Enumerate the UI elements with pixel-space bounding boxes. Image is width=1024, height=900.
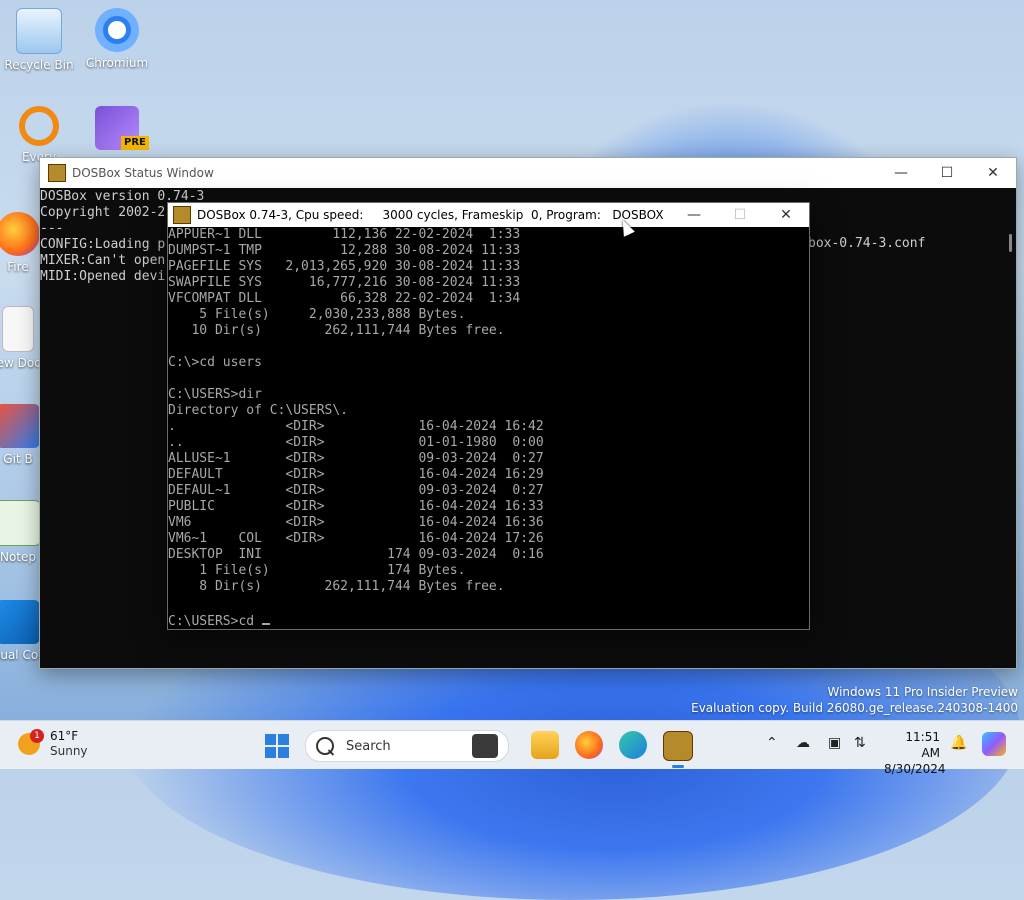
recycle-bin-icon (16, 8, 62, 54)
network-icon[interactable]: ⇅ (854, 735, 866, 751)
command-prompt[interactable]: C:\USERS>cd (168, 611, 809, 629)
console-line: VM6 <DIR> 16-04-2024 16:36 (168, 515, 544, 530)
chromium-icon (95, 8, 139, 52)
dos-console[interactable]: APPUER~1 DLL 112,136 22-02-2024 1:33 DUM… (168, 227, 809, 629)
close-button[interactable]: ✕ (970, 158, 1016, 188)
console-line: DEFAULT <DIR> 16-04-2024 16:29 (168, 467, 544, 482)
watermark-line: Windows 11 Pro Insider Preview (827, 685, 1018, 699)
bell-icon[interactable]: 🔔 (950, 735, 967, 751)
desktop-icon-recycle-bin[interactable]: Recycle Bin (1, 8, 77, 72)
maximize-button[interactable]: ☐ (717, 203, 763, 227)
clock-time: 11:51 AM (905, 730, 940, 760)
monitor-icon[interactable]: ▣ (828, 735, 841, 751)
scrollbar-thumb[interactable] (1009, 234, 1012, 252)
windows-watermark: Windows 11 Pro Insider Preview Evaluatio… (691, 684, 1018, 716)
firefox-icon (0, 212, 40, 256)
text-cursor (261, 611, 270, 625)
close-button[interactable]: ✕ (763, 203, 809, 227)
magnifier-icon (19, 106, 59, 146)
edge-icon[interactable] (619, 731, 647, 759)
sun-icon: 1 (18, 729, 44, 755)
desktop-icon-visual-studio-preview[interactable]: PRE (79, 106, 155, 154)
desktop-icon-chromium[interactable]: Chromium (79, 8, 155, 70)
search-highlight-icon (472, 734, 498, 758)
console-line: VM6~1 COL <DIR> 16-04-2024 17:26 (168, 531, 544, 546)
git-icon (0, 404, 40, 448)
console-line: 1 File(s) 174 Bytes. (168, 563, 466, 578)
console-line: DESKTOP INI 174 09-03-2024 0:16 (168, 547, 544, 562)
console-line: SWAPFILE SYS 16,777,216 30-08-2024 11:33 (168, 275, 521, 290)
dosbox-window[interactable]: DOSBox 0.74-3, Cpu speed: 3000 cycles, F… (167, 202, 810, 630)
console-line: C:\USERS>dir (168, 387, 262, 402)
system-clock[interactable]: 11:51 AM 8/30/2024 (884, 729, 946, 777)
console-line: VFCOMPAT DLL 66,328 22-02-2024 1:34 (168, 291, 521, 306)
taskbar-search[interactable]: Search (305, 730, 509, 762)
console-line: C:\>cd users (168, 355, 262, 370)
dosbox-window-title: DOSBox 0.74-3, Cpu speed: 3000 cycles, F… (197, 208, 664, 222)
desktop-icon-everything[interactable]: Every (1, 106, 77, 164)
console-line: 5 File(s) 2,030,233,888 Bytes. (168, 307, 466, 322)
notepad-icon (0, 500, 41, 546)
watermark-line: Evaluation copy. Build 26080.ge_release.… (691, 701, 1018, 715)
console-line: .. <DIR> 01-01-1980 0:00 (168, 435, 544, 450)
start-button[interactable] (265, 734, 289, 758)
prompt-text: C:\USERS>cd (168, 614, 262, 629)
minimize-button[interactable]: — (878, 158, 924, 188)
file-explorer-icon[interactable] (531, 731, 559, 759)
console-line: DUMPST~1 TMP 12,288 30-08-2024 11:33 (168, 243, 521, 258)
console-line: PAGEFILE SYS 2,013,265,920 30-08-2024 11… (168, 259, 521, 274)
maximize-button[interactable]: ☐ (924, 158, 970, 188)
console-line: ALLUSE~1 <DIR> 09-03-2024 0:27 (168, 451, 544, 466)
console-line: 8 Dir(s) 262,111,744 Bytes free. (168, 579, 505, 594)
firefox-icon[interactable] (575, 731, 603, 759)
dosbox-app-icon (173, 206, 191, 224)
vscode-icon (0, 600, 40, 644)
console-line: Directory of C:\USERS\. (168, 403, 349, 418)
dosbox-titlebar[interactable]: DOSBox 0.74-3, Cpu speed: 3000 cycles, F… (168, 203, 809, 227)
weather-widget[interactable]: 1 61°F Sunny (18, 729, 88, 759)
minimize-button[interactable]: — (671, 203, 717, 227)
onedrive-icon[interactable]: ☁ (796, 735, 810, 751)
console-line: APPUER~1 DLL 112,136 22-02-2024 1:33 (168, 227, 521, 242)
status-window-title: DOSBox Status Window (72, 166, 214, 180)
dosbox-taskbar-icon[interactable] (663, 731, 693, 768)
search-placeholder: Search (346, 738, 391, 754)
windows-logo-icon (265, 734, 276, 745)
document-icon (2, 306, 34, 352)
weather-description: Sunny (50, 744, 88, 758)
status-window-titlebar[interactable]: DOSBox Status Window — ☐ ✕ (40, 158, 1016, 188)
chevron-up-icon[interactable]: ⌃ (766, 735, 778, 751)
console-line: DEFAUL~1 <DIR> 09-03-2024 0:27 (168, 483, 544, 498)
notification-badge: 1 (30, 729, 44, 743)
copilot-icon[interactable] (982, 732, 1006, 756)
console-line: . <DIR> 16-04-2024 16:42 (168, 419, 544, 434)
console-line: 10 Dir(s) 262,111,744 Bytes free. (168, 323, 505, 338)
search-icon (316, 737, 334, 755)
weather-temperature: 61°F (50, 729, 79, 743)
dosbox-app-icon (48, 164, 66, 182)
taskbar: 1 61°F Sunny Search ⌃ ☁ ▣ ⇅ 11:51 AM 8/3… (0, 720, 1024, 776)
console-line-fragment: box-0.74-3.conf (808, 236, 926, 251)
console-line: PUBLIC <DIR> 16-04-2024 16:33 (168, 499, 544, 514)
clock-date: 8/30/2024 (884, 762, 946, 776)
